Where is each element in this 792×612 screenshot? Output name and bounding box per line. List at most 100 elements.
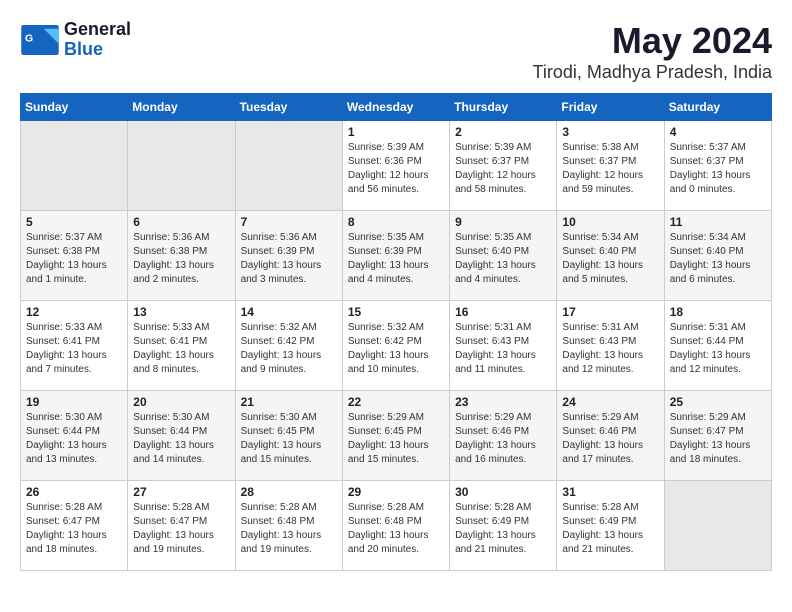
day-info: Sunrise: 5:30 AMSunset: 6:45 PMDaylight:… (241, 411, 337, 467)
day-info: Sunrise: 5:32 AMSunset: 6:42 PMDaylight:… (241, 321, 337, 377)
day-number: 10 (562, 215, 658, 229)
day-info: Sunrise: 5:36 AMSunset: 6:38 PMDaylight:… (133, 231, 229, 287)
day-info: Sunrise: 5:33 AMSunset: 6:41 PMDaylight:… (26, 321, 122, 377)
week-row-3: 12 Sunrise: 5:33 AMSunset: 6:41 PMDayligh… (21, 301, 772, 391)
svg-text:G: G (25, 32, 33, 44)
calendar-cell: 21 Sunrise: 5:30 AMSunset: 6:45 PMDayligh… (235, 391, 342, 481)
calendar-cell: 4Sunrise: 5:37 AMSunset: 6:37 PMDaylight… (664, 121, 771, 211)
day-info: Sunrise: 5:30 AMSunset: 6:44 PMDaylight:… (26, 411, 122, 467)
week-row-5: 26 Sunrise: 5:28 AMSunset: 6:47 PMDayligh… (21, 481, 772, 571)
calendar-cell: 7 Sunrise: 5:36 AMSunset: 6:39 PMDaylight… (235, 211, 342, 301)
calendar-cell: 9 Sunrise: 5:35 AMSunset: 6:40 PMDaylight… (450, 211, 557, 301)
page-subtitle: Tirodi, Madhya Pradesh, India (533, 62, 772, 83)
calendar-cell: 1Sunrise: 5:39 AMSunset: 6:36 PMDaylight… (342, 121, 449, 211)
day-number: 21 (241, 395, 337, 409)
day-number: 3 (562, 125, 658, 139)
calendar-cell: 5 Sunrise: 5:37 AMSunset: 6:38 PMDaylight… (21, 211, 128, 301)
day-info: Sunrise: 5:37 AMSunset: 6:37 PMDaylight:… (670, 141, 766, 197)
logo-icon: G (20, 25, 60, 55)
day-info: Sunrise: 5:35 AMSunset: 6:40 PMDaylight:… (455, 231, 551, 287)
calendar-cell: 22 Sunrise: 5:29 AMSunset: 6:45 PMDayligh… (342, 391, 449, 481)
calendar-cell: 31 Sunrise: 5:28 AMSunset: 6:49 PMDayligh… (557, 481, 664, 571)
day-number: 24 (562, 395, 658, 409)
logo-text-1: General (64, 20, 131, 40)
day-info: Sunrise: 5:28 AMSunset: 6:49 PMDaylight:… (562, 501, 658, 557)
day-number: 28 (241, 485, 337, 499)
calendar-cell: 23 Sunrise: 5:29 AMSunset: 6:46 PMDayligh… (450, 391, 557, 481)
calendar-cell: 17 Sunrise: 5:31 AMSunset: 6:43 PMDayligh… (557, 301, 664, 391)
day-info: Sunrise: 5:28 AMSunset: 6:47 PMDaylight:… (133, 501, 229, 557)
calendar-cell: 15Sunrise: 5:32 AMSunset: 6:42 PMDayligh… (342, 301, 449, 391)
day-number: 25 (670, 395, 766, 409)
week-row-4: 19 Sunrise: 5:30 AMSunset: 6:44 PMDayligh… (21, 391, 772, 481)
day-info: Sunrise: 5:29 AMSunset: 6:46 PMDaylight:… (455, 411, 551, 467)
week-row-1: 1Sunrise: 5:39 AMSunset: 6:36 PMDaylight… (21, 121, 772, 211)
header-day-thursday: Thursday (450, 94, 557, 121)
day-number: 18 (670, 305, 766, 319)
calendar-cell (235, 121, 342, 211)
calendar-cell: 27 Sunrise: 5:28 AMSunset: 6:47 PMDayligh… (128, 481, 235, 571)
calendar-cell: 2 Sunrise: 5:39 AMSunset: 6:37 PMDaylight… (450, 121, 557, 211)
day-number: 8 (348, 215, 444, 229)
calendar-cell (128, 121, 235, 211)
day-number: 23 (455, 395, 551, 409)
day-info: Sunrise: 5:39 AMSunset: 6:37 PMDaylight:… (455, 141, 551, 197)
calendar-cell: 12 Sunrise: 5:33 AMSunset: 6:41 PMDayligh… (21, 301, 128, 391)
calendar-cell: 6 Sunrise: 5:36 AMSunset: 6:38 PMDaylight… (128, 211, 235, 301)
day-number: 1 (348, 125, 444, 139)
day-number: 29 (348, 485, 444, 499)
page-title: May 2024 (533, 20, 772, 62)
calendar-cell: 16Sunrise: 5:31 AMSunset: 6:43 PMDayligh… (450, 301, 557, 391)
calendar-cell: 24 Sunrise: 5:29 AMSunset: 6:46 PMDayligh… (557, 391, 664, 481)
day-number: 2 (455, 125, 551, 139)
day-info: Sunrise: 5:28 AMSunset: 6:48 PMDaylight:… (241, 501, 337, 557)
calendar-cell: 30 Sunrise: 5:28 AMSunset: 6:49 PMDayligh… (450, 481, 557, 571)
day-info: Sunrise: 5:34 AMSunset: 6:40 PMDaylight:… (670, 231, 766, 287)
calendar-cell: 14 Sunrise: 5:32 AMSunset: 6:42 PMDayligh… (235, 301, 342, 391)
logo: G General Blue (20, 20, 131, 60)
day-number: 17 (562, 305, 658, 319)
day-number: 12 (26, 305, 122, 319)
header-day-wednesday: Wednesday (342, 94, 449, 121)
day-number: 11 (670, 215, 766, 229)
calendar-cell: 25Sunrise: 5:29 AMSunset: 6:47 PMDayligh… (664, 391, 771, 481)
calendar-cell: 10 Sunrise: 5:34 AMSunset: 6:40 PMDayligh… (557, 211, 664, 301)
day-number: 31 (562, 485, 658, 499)
day-info: Sunrise: 5:37 AMSunset: 6:38 PMDaylight:… (26, 231, 122, 287)
header-day-friday: Friday (557, 94, 664, 121)
day-number: 26 (26, 485, 122, 499)
logo-text-2: Blue (64, 40, 131, 60)
calendar-cell: 29Sunrise: 5:28 AMSunset: 6:48 PMDayligh… (342, 481, 449, 571)
calendar-cell: 26 Sunrise: 5:28 AMSunset: 6:47 PMDayligh… (21, 481, 128, 571)
calendar-cell: 19 Sunrise: 5:30 AMSunset: 6:44 PMDayligh… (21, 391, 128, 481)
day-info: Sunrise: 5:28 AMSunset: 6:47 PMDaylight:… (26, 501, 122, 557)
day-info: Sunrise: 5:28 AMSunset: 6:49 PMDaylight:… (455, 501, 551, 557)
calendar-table: SundayMondayTuesdayWednesdayThursdayFrid… (20, 93, 772, 571)
week-row-2: 5 Sunrise: 5:37 AMSunset: 6:38 PMDaylight… (21, 211, 772, 301)
day-info: Sunrise: 5:34 AMSunset: 6:40 PMDaylight:… (562, 231, 658, 287)
header-day-sunday: Sunday (21, 94, 128, 121)
day-info: Sunrise: 5:35 AMSunset: 6:39 PMDaylight:… (348, 231, 444, 287)
calendar-cell: 11 Sunrise: 5:34 AMSunset: 6:40 PMDayligh… (664, 211, 771, 301)
day-info: Sunrise: 5:36 AMSunset: 6:39 PMDaylight:… (241, 231, 337, 287)
header-day-monday: Monday (128, 94, 235, 121)
day-info: Sunrise: 5:38 AMSunset: 6:37 PMDaylight:… (562, 141, 658, 197)
day-number: 9 (455, 215, 551, 229)
day-info: Sunrise: 5:29 AMSunset: 6:46 PMDaylight:… (562, 411, 658, 467)
header-day-saturday: Saturday (664, 94, 771, 121)
day-number: 22 (348, 395, 444, 409)
header-day-tuesday: Tuesday (235, 94, 342, 121)
day-number: 14 (241, 305, 337, 319)
day-number: 5 (26, 215, 122, 229)
day-info: Sunrise: 5:31 AMSunset: 6:43 PMDaylight:… (562, 321, 658, 377)
day-number: 6 (133, 215, 229, 229)
calendar-cell (664, 481, 771, 571)
day-number: 7 (241, 215, 337, 229)
day-number: 20 (133, 395, 229, 409)
day-number: 30 (455, 485, 551, 499)
page-header: G General Blue May 2024 Tirodi, Madhya P… (20, 20, 772, 83)
day-info: Sunrise: 5:29 AMSunset: 6:45 PMDaylight:… (348, 411, 444, 467)
day-number: 19 (26, 395, 122, 409)
calendar-cell: 20Sunrise: 5:30 AMSunset: 6:44 PMDayligh… (128, 391, 235, 481)
day-number: 27 (133, 485, 229, 499)
